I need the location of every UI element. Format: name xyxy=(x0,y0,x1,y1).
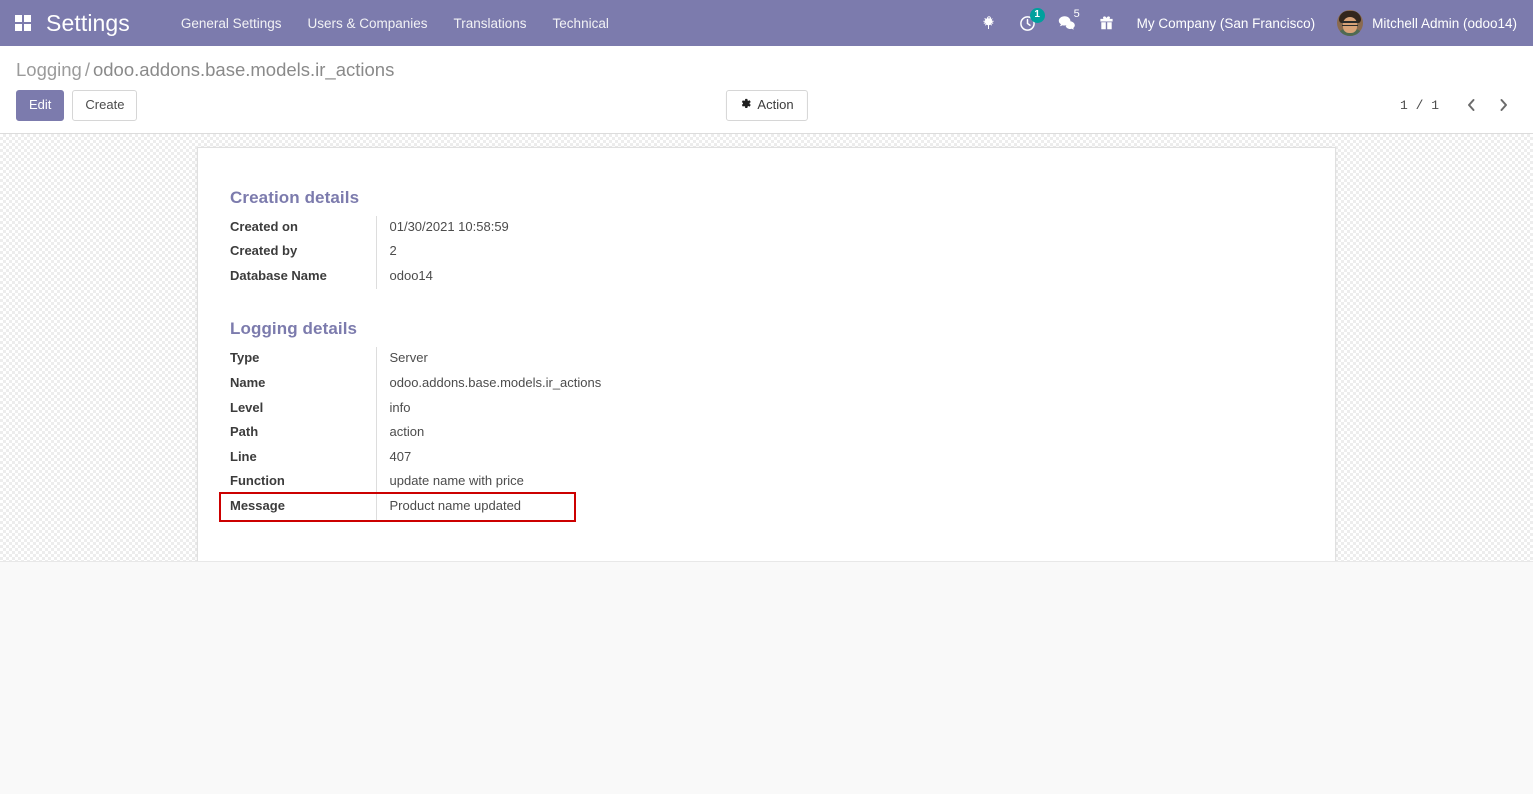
field-value-path: action xyxy=(375,421,1130,446)
field-value-line: 407 xyxy=(375,445,1130,471)
breadcrumb: Logging / odoo.addons.base.models.ir_actio… xyxy=(16,58,1517,82)
menu-item-users-companies[interactable]: Users & Companies xyxy=(294,2,440,45)
breadcrumb-row: Logging / odoo.addons.base.models.ir_actio… xyxy=(0,46,1533,82)
field-value-created-by: 2 xyxy=(375,240,1130,265)
user-menu[interactable]: Mitchell Admin (odoo14) xyxy=(1327,10,1521,36)
field-label-name: Name xyxy=(230,374,266,390)
field-label-level: Level xyxy=(230,399,264,415)
gear-icon xyxy=(738,97,751,113)
menu-item-translations[interactable]: Translations xyxy=(441,2,540,45)
chevron-right-icon[interactable] xyxy=(1489,92,1517,118)
action-menu-wrapper: Action xyxy=(725,89,808,121)
action-button-label: Action xyxy=(757,97,794,113)
field-row-created-by: Created by 2 xyxy=(230,240,1130,265)
field-row-function: Function update name with price xyxy=(230,470,1130,495)
creation-details-title: Creation details xyxy=(230,187,360,207)
control-panel: Logging / odoo.addons.base.models.ir_actio… xyxy=(0,46,1533,134)
messages-count: 5 xyxy=(1073,8,1080,20)
field-row-name: Name odoo.addons.base.models.ir_actions xyxy=(230,371,1130,397)
app-title: Settings xyxy=(46,9,130,36)
action-button[interactable]: Action xyxy=(725,89,808,121)
username-label: Mitchell Admin (odoo14) xyxy=(1372,15,1517,31)
activity-clock-icon[interactable]: 1 xyxy=(1008,0,1047,46)
field-label-created-on: Created on xyxy=(230,218,298,234)
control-panel-buttons: Edit Create Action 1 / 1 xyxy=(0,82,1533,133)
creation-details-table: Created on 01/30/2021 10:58:59 Created b… xyxy=(230,215,1130,290)
main-menu: General Settings Users & Companies Trans… xyxy=(168,2,622,45)
field-label-database-name: Database Name xyxy=(230,267,327,283)
form-sheet: Creation details Created on 01/30/2021 1… xyxy=(197,146,1336,561)
field-value-created-on: 01/30/2021 10:58:59 xyxy=(375,215,1130,241)
field-label-line: Line xyxy=(230,448,257,464)
field-row-created-on: Created on 01/30/2021 10:58:59 xyxy=(230,215,1130,241)
creation-details-group: Creation details Created on 01/30/2021 1… xyxy=(230,188,1303,290)
field-value-message: Product name updated xyxy=(375,494,1130,520)
field-row-line: Line 407 xyxy=(230,445,1130,471)
pager: 1 / 1 xyxy=(1400,92,1517,118)
activity-badge: 1 xyxy=(1029,8,1045,23)
apps-menu-button[interactable] xyxy=(0,0,46,46)
logging-details-table: Type Server Name odoo.addons.base.models… xyxy=(230,347,1130,520)
field-value-function: update name with price xyxy=(375,470,1130,495)
navbar-right-section: 1 5 My Company (San Francisco) Mitchell … xyxy=(970,0,1521,46)
field-value-level: info xyxy=(375,396,1130,422)
field-row-level: Level info xyxy=(230,396,1130,422)
field-row-database-name: Database Name odoo14 xyxy=(230,264,1130,290)
field-row-type: Type Server xyxy=(230,347,1130,372)
edit-button[interactable]: Edit xyxy=(16,90,65,121)
field-label-created-by: Created by xyxy=(230,243,298,259)
bug-icon[interactable] xyxy=(970,0,1008,46)
chevron-left-icon[interactable] xyxy=(1457,92,1485,118)
field-label-path: Path xyxy=(230,424,259,440)
field-row-message: Message Product name updated xyxy=(230,494,1130,520)
logging-details-title: Logging details xyxy=(230,319,358,339)
apps-grid-icon xyxy=(15,15,31,31)
breadcrumb-item-logging[interactable]: Logging xyxy=(16,59,82,80)
avatar xyxy=(1337,10,1364,36)
field-label-message: Message xyxy=(230,497,285,513)
field-row-path: Path action xyxy=(230,421,1130,446)
company-switcher[interactable]: My Company (San Francisco) xyxy=(1125,2,1328,45)
content-area: Creation details Created on 01/30/2021 1… xyxy=(0,134,1533,561)
logging-details-group: Logging details Type Server Name odoo.ad… xyxy=(230,319,1303,520)
field-value-type: Server xyxy=(375,347,1130,372)
field-label-function: Function xyxy=(230,473,285,489)
breadcrumb-item-current: odoo.addons.base.models.ir_actions xyxy=(92,59,395,80)
menu-item-general-settings[interactable]: General Settings xyxy=(168,2,295,45)
top-navbar: Settings General Settings Users & Compan… xyxy=(0,0,1533,46)
breadcrumb-separator: / xyxy=(84,59,90,80)
field-label-type: Type xyxy=(230,350,260,366)
page-background-below xyxy=(0,560,1533,783)
pager-value: 1 / 1 xyxy=(1399,97,1439,113)
gift-icon[interactable] xyxy=(1088,0,1125,46)
menu-item-technical[interactable]: Technical xyxy=(540,2,622,45)
messages-chat-icon[interactable]: 5 xyxy=(1047,0,1088,46)
field-value-name: odoo.addons.base.models.ir_actions xyxy=(375,371,1130,397)
create-button[interactable]: Create xyxy=(72,90,138,121)
field-value-database-name: odoo14 xyxy=(375,264,1130,290)
